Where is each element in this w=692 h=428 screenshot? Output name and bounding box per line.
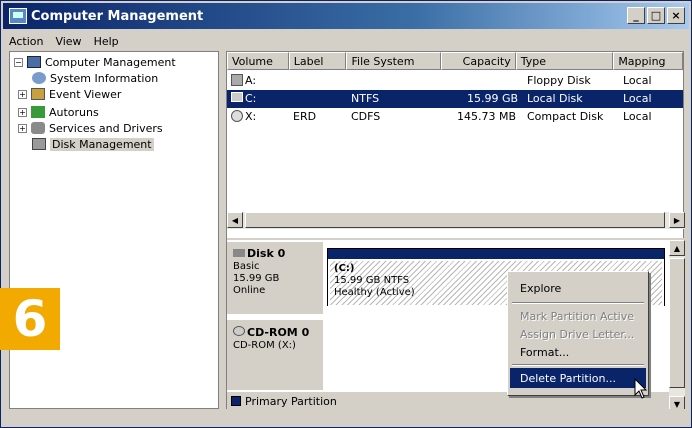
mapping-cell: Local	[623, 92, 652, 105]
tree-label: Computer Management	[45, 55, 176, 69]
close-button[interactable]: ×	[667, 7, 685, 24]
scroll-left-button[interactable]: ◀	[227, 212, 243, 228]
disk-0-header[interactable]: Disk 0 Basic 15.99 GB Online	[227, 242, 323, 314]
menu-item-mark-partition-active[interactable]: Mark Partition Active	[510, 306, 646, 326]
status-bar	[3, 409, 689, 425]
menu-view[interactable]: View	[49, 35, 87, 48]
partition-context-menu: Explore Mark Partition Active Assign Dri…	[507, 271, 649, 396]
disk-name: Disk 0	[247, 247, 286, 260]
volume-row[interactable]: C: NTFS 15.99 GB Local Disk Local	[227, 90, 683, 108]
hard-disk-icon	[233, 249, 245, 257]
tree-item-disk-management[interactable]: Disk Management	[32, 136, 154, 152]
scroll-thumb[interactable]	[669, 258, 685, 388]
info-icon	[32, 72, 46, 84]
legend-label: Primary Partition	[245, 394, 337, 408]
tree-item-autoruns[interactable]: + Autoruns	[18, 104, 99, 120]
disk-status: Online	[233, 285, 266, 296]
step-number-badge: 6	[0, 288, 60, 350]
volume-cell: A:	[245, 74, 257, 87]
expand-icon[interactable]: +	[18, 89, 27, 99]
menu-action[interactable]: Action	[3, 35, 49, 48]
window-title: Computer Management	[31, 8, 204, 24]
console-tree: − Computer Management System Information…	[9, 51, 219, 409]
tree-label: System Information	[50, 71, 159, 85]
volume-list-header: Volume Label File System Capacity Type M…	[227, 52, 683, 70]
vertical-scrollbar[interactable]: ▲ ▼	[669, 240, 685, 412]
menu-separator	[512, 364, 644, 366]
volume-cell: X:	[245, 110, 257, 123]
capacity-cell: 15.99 GB	[467, 92, 519, 105]
primary-partition-bar	[328, 249, 664, 259]
minimize-button[interactable]: _	[627, 7, 645, 24]
label-cell: ERD	[293, 110, 317, 123]
collapse-icon[interactable]: −	[14, 57, 23, 67]
expand-icon[interactable]: +	[18, 123, 27, 133]
mapping-cell: Local	[623, 74, 652, 87]
column-mapping[interactable]: Mapping	[613, 52, 683, 70]
expand-icon[interactable]: +	[18, 107, 27, 117]
computer-management-icon	[9, 8, 27, 24]
scroll-thumb[interactable]	[245, 212, 665, 228]
cd-drive-icon	[233, 326, 245, 336]
tree-label: Event Viewer	[49, 87, 122, 101]
disk-size: 15.99 GB	[233, 273, 280, 284]
scroll-right-button[interactable]: ▶	[669, 212, 685, 228]
type-cell: Floppy Disk	[527, 74, 591, 87]
horizontal-scrollbar[interactable]: ◀ ▶	[227, 212, 685, 229]
floppy-icon	[231, 74, 243, 86]
primary-partition-swatch	[231, 396, 241, 406]
type-cell: Local Disk	[527, 92, 583, 105]
tree-label: Services and Drivers	[49, 121, 163, 135]
cdrom-0-header[interactable]: CD-ROM 0 CD-ROM (X:)	[227, 320, 323, 390]
tree-label: Disk Management	[50, 137, 154, 151]
column-file-system[interactable]: File System	[346, 52, 442, 70]
disk-kind: Basic	[233, 261, 260, 272]
type-cell: Compact Disk	[527, 110, 604, 123]
tree-item-services-and-drivers[interactable]: + Services and Drivers	[18, 120, 163, 136]
mouse-pointer-icon	[634, 378, 648, 399]
menu-help[interactable]: Help	[88, 35, 125, 48]
tree-label: Autoruns	[49, 105, 99, 119]
column-capacity[interactable]: Capacity	[441, 52, 516, 70]
autoruns-icon	[31, 106, 45, 118]
drive-icon	[231, 92, 243, 102]
volume-row[interactable]: A: Floppy Disk Local	[227, 72, 683, 90]
title-bar[interactable]: Computer Management _ □ ×	[3, 3, 689, 29]
menu-item-explore[interactable]: Explore	[510, 278, 646, 298]
tree-item-event-viewer[interactable]: + Event Viewer	[18, 86, 121, 102]
menu-separator	[512, 302, 644, 304]
capacity-cell: 145.73 MB	[457, 110, 517, 123]
cd-icon	[231, 110, 243, 122]
file-system-cell: CDFS	[351, 110, 381, 123]
cdrom-0-title: CD-ROM 0	[233, 326, 317, 340]
services-icon	[31, 122, 45, 134]
disk-0-title: Disk 0	[233, 248, 317, 261]
maximize-button[interactable]: □	[647, 7, 665, 24]
computer-icon	[27, 56, 41, 68]
tree-item-system-information[interactable]: System Information	[32, 70, 158, 86]
file-system-cell: NTFS	[351, 92, 380, 105]
mapping-cell: Local	[623, 110, 652, 123]
event-viewer-icon	[31, 88, 45, 100]
menu-item-format[interactable]: Format...	[510, 342, 646, 362]
scroll-up-button[interactable]: ▲	[669, 240, 685, 256]
disk-icon	[32, 138, 46, 150]
menu-item-assign-drive-letter[interactable]: Assign Drive Letter...	[510, 324, 646, 344]
column-volume[interactable]: Volume	[227, 52, 289, 70]
disk-kind: CD-ROM (X:)	[233, 340, 296, 351]
tree-item-computer-management[interactable]: − Computer Management	[14, 54, 176, 70]
volume-cell: C:	[245, 92, 257, 105]
menu-bar: Action View Help	[3, 31, 689, 51]
menu-item-delete-partition[interactable]: Delete Partition...	[510, 368, 646, 388]
disk-name: CD-ROM 0	[247, 326, 310, 339]
column-label[interactable]: Label	[288, 52, 347, 70]
column-type[interactable]: Type	[515, 52, 614, 70]
volume-row[interactable]: X: ERD CDFS 145.73 MB Compact Disk Local	[227, 108, 683, 126]
